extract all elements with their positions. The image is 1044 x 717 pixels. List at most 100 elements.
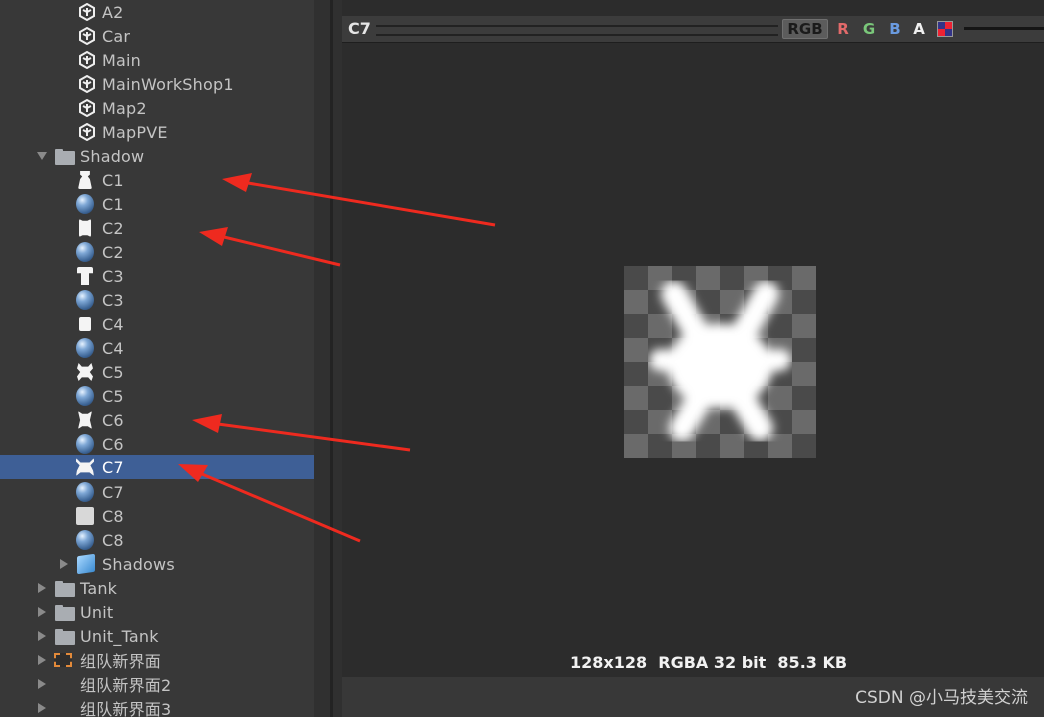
watermark: CSDN @小马技美交流 [855, 688, 1028, 708]
splitter-line [330, 0, 333, 717]
folder-icon [55, 603, 75, 621]
tree-item-ui-prefab[interactable]: 组队新界面 [0, 648, 314, 672]
tree-item-texture-selected[interactable]: C7 [0, 455, 314, 479]
tree-item-ui-prefab[interactable]: 组队新界面2 [0, 672, 314, 696]
unity-scene-icon [78, 51, 96, 69]
tree-folder[interactable]: Unit [0, 600, 314, 624]
tree-item-ui-prefab[interactable]: 组队新界面3 [0, 696, 314, 717]
texture-preview-image [624, 266, 816, 458]
unity-scene-icon [78, 27, 96, 45]
texture-icon [76, 411, 94, 429]
foldout-closed-icon[interactable] [58, 558, 70, 570]
tree-item-scene[interactable]: Map2 [0, 96, 314, 120]
texture-icon [76, 363, 94, 381]
tree-item-label: C8 [102, 530, 124, 550]
tree-folder[interactable]: Unit_Tank [0, 624, 314, 648]
tree-item-label: MapPVE [102, 122, 168, 142]
material-icon [76, 290, 94, 310]
tree-item-label: Unit_Tank [80, 626, 159, 646]
header-drag-grip[interactable] [376, 25, 778, 36]
tree-item-prefab[interactable]: Shadows [0, 552, 314, 576]
tree-item-texture[interactable]: C3 [0, 264, 314, 288]
tree-item-label: C5 [102, 362, 124, 382]
tree-item-texture[interactable]: C4 [0, 312, 314, 336]
texture-icon [76, 219, 94, 237]
tree-item-material[interactable]: C4 [0, 336, 314, 360]
tree-item-material[interactable]: C6 [0, 432, 314, 456]
tree-item-label: C3 [102, 266, 124, 286]
folder-icon [55, 147, 75, 165]
texture-icon [76, 267, 94, 285]
tree-item-texture[interactable]: C6 [0, 408, 314, 432]
unity-scene-icon [78, 3, 96, 21]
unity-scene-icon [78, 99, 96, 117]
alpha-channel-button[interactable]: A [908, 19, 930, 39]
mip-level-slider[interactable] [964, 27, 1044, 30]
tree-item-texture[interactable]: C1 [0, 168, 314, 192]
tree-item-label: C1 [102, 170, 124, 190]
folder-icon [55, 579, 75, 597]
tree-item-label: C5 [102, 386, 124, 406]
material-icon [76, 482, 94, 502]
preview-header: C7 RGB R G B A [342, 16, 1044, 43]
foldout-open-icon[interactable] [36, 150, 48, 162]
material-icon [76, 434, 94, 454]
tree-item-material[interactable]: C1 [0, 192, 314, 216]
unity-scene-icon [78, 123, 96, 141]
texture-preview-panel: C7 RGB R G B A 128x128 RGBA 32 bit 85.3 … [342, 0, 1044, 717]
tree-item-scene[interactable]: Main [0, 48, 314, 72]
tree-item-label: C1 [102, 194, 124, 214]
tree-item-scene[interactable]: Car [0, 24, 314, 48]
tree-item-label: Map2 [102, 98, 147, 118]
foldout-closed-icon[interactable] [36, 678, 48, 690]
tree-item-texture[interactable]: C2 [0, 216, 314, 240]
texture-info-label: 128x128 RGBA 32 bit 85.3 KB [570, 653, 848, 672]
tree-item-label: C7 [102, 457, 124, 477]
tree-item-label: 组队新界面2 [80, 676, 172, 695]
material-icon [76, 386, 94, 406]
tree-item-label: C4 [102, 338, 124, 358]
tree-item-label: 组队新界面3 [80, 700, 172, 717]
tree-item-label: Shadows [102, 554, 175, 574]
tree-folder-shadow[interactable]: Shadow [0, 144, 314, 168]
blue-channel-button[interactable]: B [884, 19, 906, 39]
tree-item-label: C7 [102, 482, 124, 502]
foldout-closed-icon[interactable] [36, 702, 48, 714]
tree-item-scene[interactable]: MainWorkShop1 [0, 72, 314, 96]
tree-item-material[interactable]: C5 [0, 384, 314, 408]
red-channel-button[interactable]: R [832, 19, 854, 39]
material-icon [76, 338, 94, 358]
tree-item-label: C2 [102, 242, 124, 262]
ui-prefab-icon [54, 651, 72, 669]
green-channel-button[interactable]: G [858, 19, 880, 39]
tree-folder[interactable]: Tank [0, 576, 314, 600]
tree-item-label: Unit [80, 602, 114, 622]
tree-item-label: C3 [102, 290, 124, 310]
mipmap-icon[interactable] [934, 19, 956, 39]
tree-item-scene[interactable]: MapPVE [0, 120, 314, 144]
tree-item-texture[interactable]: C5 [0, 360, 314, 384]
project-tree: A2 Car Main MainWorkShop1 Map2 MapPVE Sh… [0, 0, 314, 717]
texture-icon [76, 171, 94, 189]
foldout-closed-icon[interactable] [36, 630, 48, 642]
tree-item-material[interactable]: C7 [0, 480, 314, 504]
tree-item-scene[interactable]: A2 [0, 0, 314, 24]
tree-item-label: A2 [102, 2, 124, 22]
tree-item-material[interactable]: C8 [0, 528, 314, 552]
tree-item-label: C2 [102, 218, 124, 238]
tree-item-texture[interactable]: C8 [0, 504, 314, 528]
tree-item-label: C6 [102, 434, 124, 454]
foldout-closed-icon[interactable] [36, 606, 48, 618]
tree-item-material[interactable]: C3 [0, 288, 314, 312]
tree-item-material[interactable]: C2 [0, 240, 314, 264]
preview-title: C7 [348, 19, 371, 38]
tree-item-label: MainWorkShop1 [102, 74, 234, 94]
material-icon [76, 530, 94, 550]
rgb-channel-button[interactable]: RGB [782, 19, 828, 39]
panel-splitter[interactable] [314, 0, 342, 717]
unity-scene-icon [78, 75, 96, 93]
foldout-closed-icon[interactable] [36, 654, 48, 666]
foldout-closed-icon[interactable] [36, 582, 48, 594]
tree-item-label: Shadow [80, 146, 145, 166]
material-icon [76, 242, 94, 262]
